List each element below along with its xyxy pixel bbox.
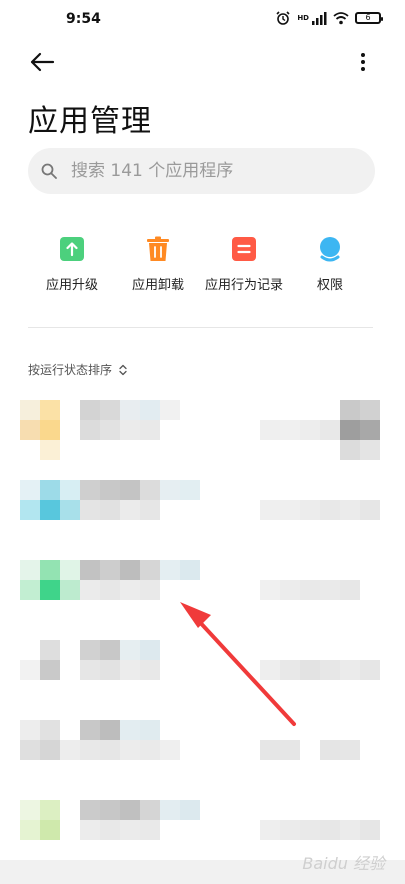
sort-selector[interactable]: 按运行状态排序 [28,361,128,378]
quick-action-uninstall[interactable]: 应用卸载 [108,232,208,302]
record-icon [232,237,256,261]
search-bar[interactable] [28,148,375,194]
upgrade-icon [60,237,84,261]
quick-action-behavior-record[interactable]: 应用行为记录 [194,232,294,302]
app-list-item[interactable] [20,400,385,460]
hd-badge: HD [297,14,309,22]
search-icon [41,163,57,179]
sort-label: 按运行状态排序 [28,363,113,377]
status-icons: HD 6 [275,11,383,25]
quick-action-label: 应用行为记录 [204,278,283,293]
battery-icon: 6 [355,12,383,24]
app-list-item[interactable] [20,720,385,780]
quick-action-label: 应用卸载 [131,278,184,293]
trash-icon [147,236,169,261]
permission-icon [320,237,340,262]
app-list-item[interactable] [20,560,385,620]
page-title: 应用管理 [28,104,152,139]
back-arrow-icon[interactable] [28,48,56,76]
quick-action-label: 应用升级 [45,278,98,293]
quick-action-label: 权限 [316,278,343,293]
screen: 9:54 HD 6 应用管理 搜索 141 个应用程序 应用升级 应用卸载 应用… [0,0,405,884]
top-bar [0,40,405,84]
more-options-icon[interactable] [353,50,373,74]
quick-action-upgrade[interactable]: 应用升级 [22,232,122,302]
app-list-item[interactable] [20,640,385,700]
quick-actions: 应用升级 应用卸载 应用行为记录 权限 [0,232,405,312]
watermark: Baidu 经验 [302,854,385,873]
app-list-item[interactable] [20,480,385,540]
quick-action-permissions[interactable]: 权限 [280,232,380,302]
status-bar: 9:54 HD 6 [0,0,405,40]
wifi-icon [333,12,349,25]
search-input[interactable] [71,148,361,194]
signal-icon [312,12,327,25]
status-time: 9:54 [66,11,101,27]
alarm-icon [276,11,290,25]
sort-toggle-icon [119,364,127,375]
divider [28,327,373,328]
